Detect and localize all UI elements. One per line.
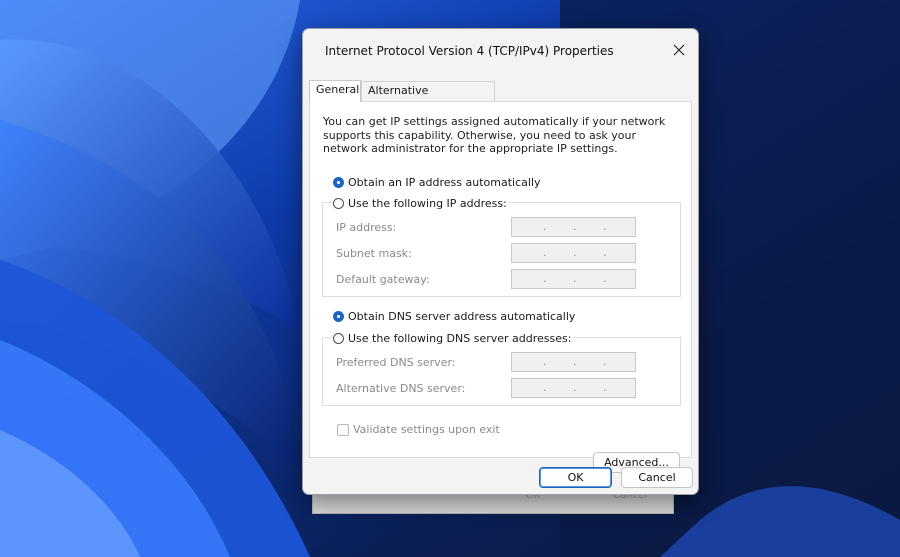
radio-use-following-dns[interactable]: Use the following DNS server addresses: (333, 332, 574, 345)
subnet-mask-label: Subnet mask: (336, 247, 412, 260)
default-gateway-label: Default gateway: (336, 273, 430, 286)
radio-label: Obtain an IP address automatically (348, 176, 541, 189)
general-tab-panel: You can get IP settings assigned automat… (309, 101, 692, 473)
validate-settings-checkbox[interactable]: Validate settings upon exit (337, 423, 500, 436)
ipv4-properties-dialog: Internet Protocol Version 4 (TCP/IPv4) P… (302, 28, 699, 495)
radio-indicator (333, 311, 344, 322)
alternative-dns-label: Alternative DNS server: (336, 382, 466, 395)
radio-use-following-ip[interactable]: Use the following IP address: (333, 197, 509, 210)
subnet-mask-input[interactable]: ... (511, 243, 636, 263)
radio-label: Obtain DNS server address automatically (348, 310, 576, 323)
radio-label: Use the following DNS server addresses: (348, 332, 572, 345)
ip-address-label: IP address: (336, 221, 397, 234)
radio-obtain-dns-auto[interactable]: Obtain DNS server address automatically (333, 310, 575, 323)
cancel-button[interactable]: Cancel (621, 467, 693, 488)
checkbox-indicator (337, 423, 349, 436)
radio-obtain-ip-auto[interactable]: Obtain an IP address automatically (333, 176, 541, 189)
alternative-dns-input[interactable]: ... (511, 378, 636, 398)
ok-button[interactable]: OK (539, 467, 612, 488)
radio-label: Use the following IP address: (348, 197, 507, 210)
preferred-dns-input[interactable]: ... (511, 352, 636, 372)
close-icon (673, 44, 685, 56)
radio-indicator (333, 198, 344, 209)
intro-text: You can get IP settings assigned automat… (323, 115, 666, 155)
tab-alternative-configuration[interactable]: Alternative Configuration (361, 81, 495, 115)
radio-indicator (333, 333, 344, 344)
tab-general[interactable]: General (309, 80, 361, 102)
title-bar[interactable]: Internet Protocol Version 4 (TCP/IPv4) P… (303, 29, 698, 73)
radio-indicator (333, 177, 344, 188)
ip-address-input[interactable]: ... (511, 217, 636, 237)
close-button[interactable] (666, 39, 692, 61)
preferred-dns-label: Preferred DNS server: (336, 356, 456, 369)
checkbox-label: Validate settings upon exit (353, 423, 500, 436)
default-gateway-input[interactable]: ... (511, 269, 636, 289)
dialog-title: Internet Protocol Version 4 (TCP/IPv4) P… (325, 44, 614, 58)
